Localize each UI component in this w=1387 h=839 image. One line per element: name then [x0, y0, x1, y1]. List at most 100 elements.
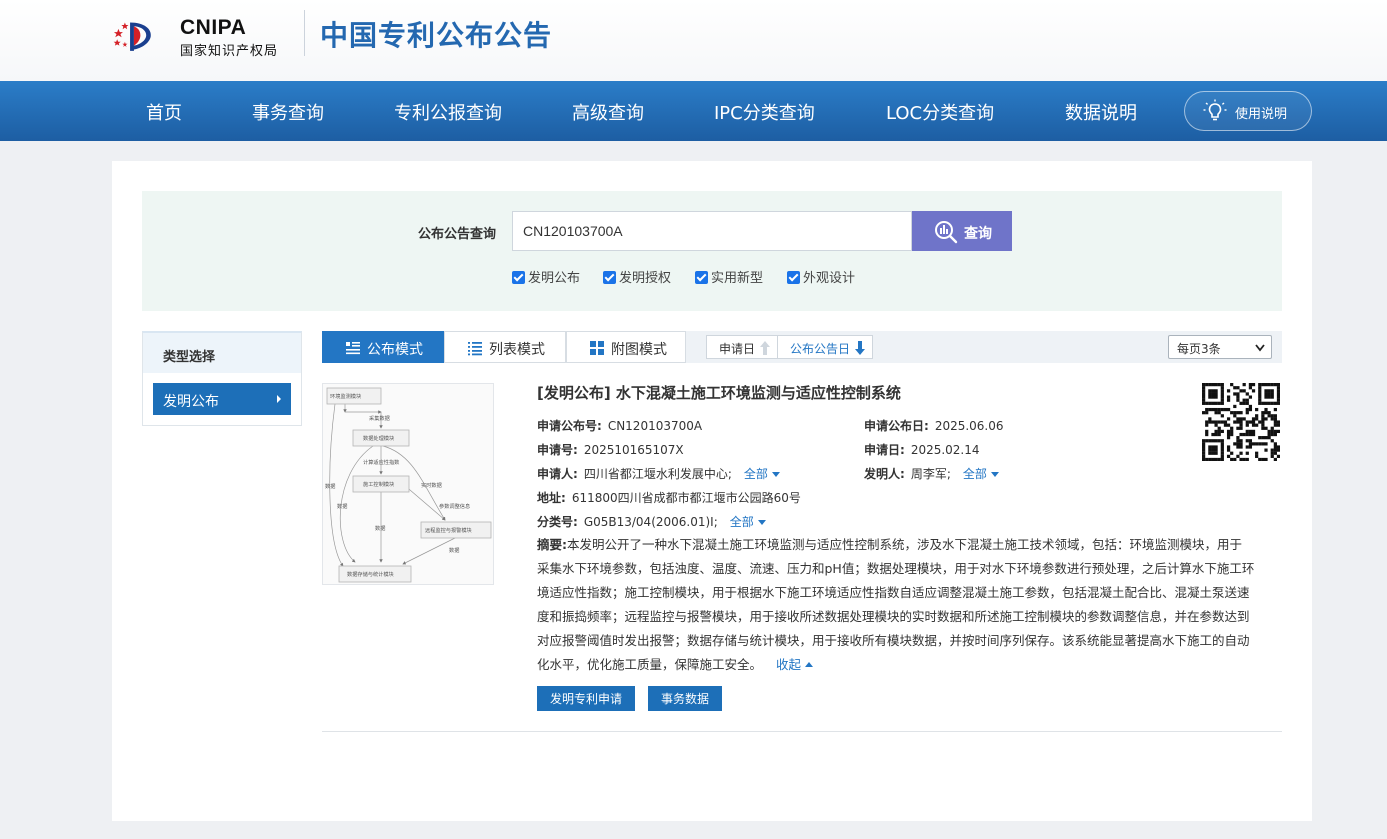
qr-code-icon[interactable] [1202, 383, 1280, 461]
site-title[interactable]: 中国专利公布公告 [320, 14, 552, 54]
help-button-label: 使用说明 [1235, 107, 1288, 122]
checkbox-invention-pub[interactable]: 发明公布 [512, 267, 580, 286]
field-app-date: 申请日: 2025.02.14 [864, 441, 980, 458]
diagram-edge-label: 数据 [325, 482, 335, 490]
field-label: 申请人: [537, 467, 578, 481]
diagram-edge-label: 采集数据 [369, 414, 390, 422]
field-pub-no: 申请公布号: CN120103700A [537, 417, 702, 434]
field-app-no: 申请号: 202510165107X [537, 441, 684, 458]
abstract-line: 对应报警阈值时发出报警；数据存储与统计模块，用于接收所有模块数据，并按时间序列保… [537, 633, 1250, 648]
checkbox-checked-icon[interactable] [787, 271, 800, 284]
arrow-up-icon [760, 341, 770, 355]
cnipa-logo[interactable]: CNIPA 国家知识产权局 [112, 8, 302, 60]
patent-figure-thumbnail[interactable]: 环境监测模块 数据处理模块 施工控制模块 远程监控与报警模块 数据存储与统计模块… [322, 383, 494, 585]
diagram-edge-label: 数据 [337, 502, 347, 510]
field-label: 发明人: [864, 467, 905, 481]
arrow-down-icon [855, 341, 865, 355]
field-value: 2025.06.06 [934, 419, 1004, 433]
type-sidebar: 类型选择 发明公布 [142, 331, 302, 426]
nav-item-home[interactable]: 首页 [146, 99, 182, 125]
sort-app-date[interactable]: 申请日 [706, 335, 778, 359]
field-label: 申请公布号: [537, 419, 602, 433]
nav-item-advanced[interactable]: 高级查询 [572, 99, 644, 125]
field-value: CN120103700A [607, 419, 703, 433]
chevron-down-icon [1255, 344, 1265, 352]
tab-list-mode[interactable]: 列表模式 [444, 331, 566, 363]
applicant-more-link[interactable]: 全部 [744, 467, 780, 481]
diagram-edge-label: 计算适应性指数 [363, 458, 400, 466]
tab-label: 列表模式 [489, 342, 545, 358]
diagram-edge-label: 数据 [449, 546, 459, 554]
nav-item-gazette[interactable]: 专利公报查询 [394, 99, 502, 125]
diagram-edge-label: 参数调整信息 [439, 502, 470, 510]
diagram-box-label: 数据存储与统计模块 [347, 570, 395, 578]
field-inventor: 发明人: 周李军; 全部 [864, 465, 999, 482]
nav-item-loc[interactable]: LOC分类查询 [886, 99, 994, 125]
field-label: 地址: [537, 491, 566, 505]
collapse-link[interactable]: 收起 [776, 657, 813, 672]
tab-figure-mode[interactable]: 附图模式 [566, 331, 686, 363]
field-applicant: 申请人: 四川省都江堰水利发展中心; 全部 [537, 465, 780, 482]
invention-application-button[interactable]: 发明专利申请 [537, 686, 635, 711]
sidebar-header: 类型选择 [143, 333, 301, 373]
abstract: 摘要:本发明公开了一种水下混凝土施工环境监测与适应性控制系统，涉及水下混凝土施工… [537, 533, 1282, 677]
per-page-value: 每页3条 [1177, 342, 1221, 356]
diagram-box-label: 施工控制模块 [363, 480, 395, 488]
field-address: 地址: 611800四川省成都市都江堰市公园路60号 [537, 489, 801, 506]
field-label: 申请号: [537, 443, 578, 457]
search-button[interactable]: 查询 [912, 211, 1012, 251]
checkbox-checked-icon[interactable] [603, 271, 616, 284]
classification-more-link[interactable]: 全部 [730, 515, 766, 529]
nav-item-affairs[interactable]: 事务查询 [252, 99, 324, 125]
help-button[interactable]: 使用说明 [1184, 91, 1312, 131]
search-area: 公布公告查询 查询 发明公布 发明授权 实用新型 外观设计 [142, 191, 1282, 311]
checkbox-invention-grant[interactable]: 发明授权 [603, 267, 671, 286]
checkbox-label: 发明公布 [528, 271, 581, 286]
checkbox-checked-icon[interactable] [512, 271, 525, 284]
logo-text-en: CNIPA [180, 16, 247, 39]
chevron-right-icon [277, 395, 281, 403]
sidebar-item-invention-pub[interactable]: 发明公布 [153, 383, 291, 415]
tab-publish-mode[interactable]: 公布模式 [322, 331, 444, 363]
abstract-line: 境适应性指数；施工控制模块，用于根据水下施工环境适应性指数自适应调整混凝土施工参… [537, 585, 1250, 600]
diagram-box-label: 环境监测模块 [330, 392, 362, 400]
per-page-select[interactable]: 每页3条 [1168, 335, 1272, 359]
result-separator [322, 731, 1282, 732]
patent-flow-diagram: 环境监测模块 数据处理模块 施工控制模块 远程监控与报警模块 数据存储与统计模块… [325, 387, 492, 583]
sidebar-title: 类型选择 [163, 350, 216, 365]
nav-item-data-notes[interactable]: 数据说明 [1065, 99, 1137, 125]
affairs-data-button[interactable]: 事务数据 [648, 686, 722, 711]
field-pub-date: 申请公布日: 2025.06.06 [864, 417, 1004, 434]
field-value: 2025.02.14 [910, 443, 980, 457]
checkbox-label: 实用新型 [711, 271, 764, 286]
diagram-edge-label: 实时数据 [421, 481, 442, 489]
abstract-line: 度和振捣频率；远程监控与报警模块，用于接收所述数据处理模块的实时数据和所述施工控… [537, 609, 1250, 624]
search-chart-icon [935, 221, 958, 244]
field-value: G05B13/04(2006.01)I; [583, 515, 718, 529]
sort-pub-date[interactable]: 公布公告日 [777, 335, 873, 359]
logo-text-cn: 国家知识产权局 [180, 44, 279, 59]
tab-label: 公布模式 [367, 342, 423, 358]
abstract-line: 摘要:本发明公开了一种水下混凝土施工环境监测与适应性控制系统，涉及水下混凝土施工… [537, 533, 1282, 557]
tab-label: 附图模式 [611, 342, 667, 358]
result-title[interactable]: [发明公布] 水下混凝土施工环境监测与适应性控制系统 [537, 382, 901, 403]
abstract-line: 化水平，优化施工质量，保障施工安全。 收起 [537, 653, 1282, 677]
search-label: 公布公告查询 [418, 227, 497, 242]
search-input[interactable] [512, 211, 912, 251]
checkbox-label: 发明授权 [619, 271, 672, 286]
abstract-line: 采集水下环境参数，包括浊度、温度、流速、压力和pH值；数据处理模块，用于对水下环… [537, 561, 1255, 576]
sidebar-item-label: 发明公布 [163, 394, 219, 410]
lightbulb-icon [1203, 99, 1227, 121]
checkbox-checked-icon[interactable] [695, 271, 708, 284]
checkbox-utility-model[interactable]: 实用新型 [695, 267, 763, 286]
results-toolbar: 公布模式 列表模式 附图模式 申请日 公布公告日 每页3条 [322, 331, 1282, 363]
diagram-edge-label: 数据 [375, 524, 385, 532]
inventor-more-link[interactable]: 全部 [963, 467, 999, 481]
field-label: 分类号: [537, 515, 578, 529]
brand-divider [304, 10, 305, 56]
checkbox-design[interactable]: 外观设计 [787, 267, 855, 286]
nav-item-ipc[interactable]: IPC分类查询 [714, 99, 815, 125]
grid-icon [590, 341, 604, 355]
abstract-label: 摘要: [537, 537, 567, 552]
search-button-label: 查询 [964, 225, 992, 241]
